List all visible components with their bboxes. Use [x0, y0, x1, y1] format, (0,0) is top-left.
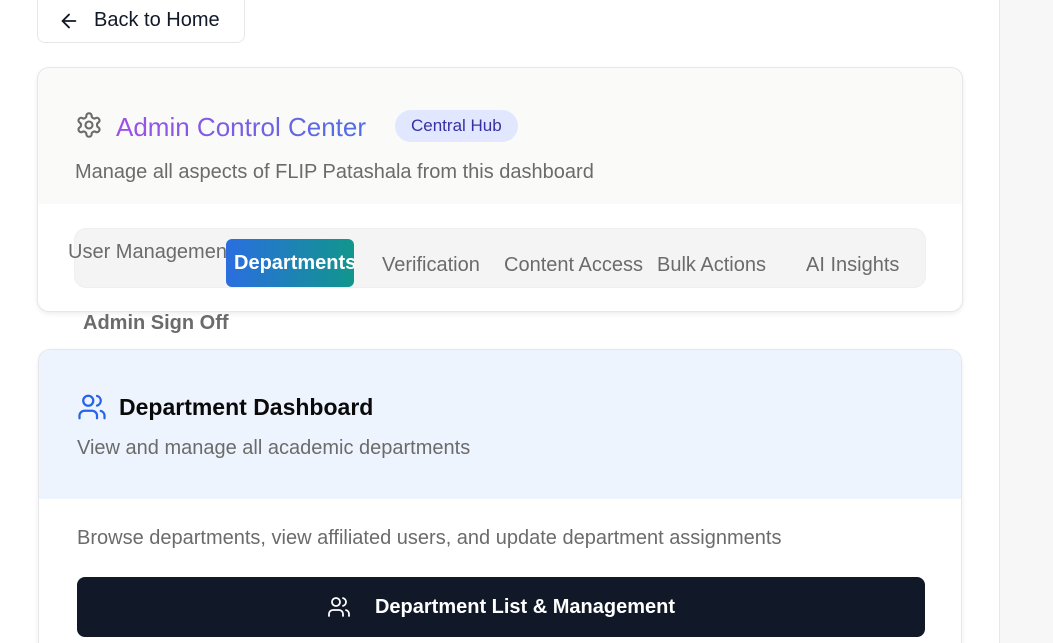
- tab-user-management-clip: User Management: [68, 240, 228, 270]
- users-icon: [328, 597, 350, 617]
- department-dashboard-title: Department Dashboard: [119, 394, 374, 420]
- tab-bulk-actions[interactable]: Bulk Actions: [657, 253, 766, 277]
- page-title: Admin Control Center: [116, 112, 366, 142]
- tab-user-management[interactable]: User Management: [68, 240, 228, 264]
- tab-departments[interactable]: Departments: [226, 239, 354, 287]
- page: Back to Home Admin Control Center Centra…: [0, 0, 1000, 643]
- back-to-home-button[interactable]: Back to Home: [37, 0, 245, 43]
- tab-verification[interactable]: Verification: [382, 253, 480, 277]
- admin-card-header: Admin Control Center Central Hub Manage …: [38, 68, 962, 204]
- arrow-left-icon: [61, 13, 77, 28]
- tab-ai-insights[interactable]: AI Insights: [806, 253, 899, 277]
- gear-icon: [77, 112, 101, 138]
- admin-subtitle: Manage all aspects of FLIP Patashala fro…: [75, 161, 594, 183]
- department-list-button-label: Department List & Management: [374, 595, 676, 618]
- central-hub-badge: Central Hub: [395, 110, 518, 142]
- tab-admin-sign-off[interactable]: Admin Sign Off: [83, 312, 229, 335]
- back-to-home-label: Back to Home: [94, 9, 220, 31]
- department-dashboard-card: Department Dashboard View and manage all…: [38, 349, 962, 643]
- users-icon: [78, 394, 106, 420]
- department-card-header: Department Dashboard View and manage all…: [39, 350, 961, 499]
- department-list-button[interactable]: Department List & Management: [77, 577, 925, 637]
- department-dashboard-subtitle: View and manage all academic departments: [77, 437, 471, 459]
- department-description: Browse departments, view affiliated user…: [77, 527, 782, 549]
- tab-content-access[interactable]: Content Access: [504, 253, 643, 277]
